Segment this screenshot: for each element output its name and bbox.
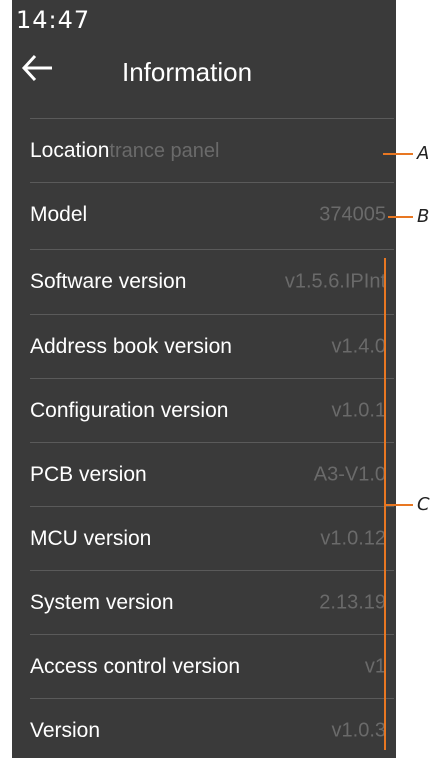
- status-time: 14:47: [16, 6, 91, 34]
- info-row-label: System version: [30, 590, 174, 614]
- info-row-version[interactable]: Software version v1.5.6.IPInt: [30, 249, 394, 313]
- info-row-label: Access control version: [30, 654, 241, 678]
- callout-b-line: [388, 216, 413, 218]
- info-row-version[interactable]: PCB version A3-V1.0: [30, 442, 394, 506]
- info-row-model[interactable]: Model 374005: [30, 182, 394, 246]
- info-row-label: Version: [30, 718, 101, 742]
- info-row-value: v1.0.12: [320, 527, 386, 549]
- info-row-label: Address book version: [30, 334, 232, 358]
- info-row-value: v1.4.0: [331, 335, 386, 357]
- callout-a-line: [383, 153, 413, 155]
- callout-c-label: C: [417, 494, 430, 515]
- callout-a-label: A: [417, 143, 430, 164]
- back-button[interactable]: [20, 52, 56, 84]
- info-row-label: PCB version: [30, 462, 147, 486]
- callout-b-label: B: [417, 206, 430, 227]
- info-row-location[interactable]: Locationtrance panel: [30, 118, 394, 182]
- info-row-version[interactable]: Access control version v1: [30, 634, 394, 698]
- info-row-value: 2.13.19: [319, 591, 386, 613]
- info-row-value: v1.0.1: [331, 399, 386, 421]
- info-row-version[interactable]: MCU version v1.0.12: [30, 506, 394, 570]
- device-screen: 14:47 Information Locationtrance panel M…: [12, 0, 396, 758]
- info-row-value: v1.5.6.IPInt: [284, 270, 386, 292]
- info-row-label: Configuration version: [30, 398, 229, 422]
- info-row-label: MCU version: [30, 526, 152, 550]
- info-row-value: A3-V1.0: [313, 463, 386, 485]
- arrow-left-icon: [21, 54, 52, 82]
- page-title: Information: [122, 57, 253, 87]
- model-label: Model: [30, 202, 88, 226]
- info-row-value: v1: [364, 655, 386, 677]
- callout-c-line: [386, 504, 413, 506]
- info-row-label: Software version: [30, 269, 187, 293]
- location-value: trance panel: [109, 139, 220, 162]
- info-row-value: v1.0.3: [331, 719, 386, 741]
- info-row-version[interactable]: Version v1.0.3: [30, 698, 394, 758]
- info-row-version[interactable]: Address book version v1.4.0: [30, 314, 394, 378]
- info-row-version[interactable]: Configuration version v1.0.1: [30, 378, 394, 442]
- info-row-version[interactable]: System version 2.13.19: [30, 570, 394, 634]
- model-value: 374005: [319, 203, 386, 225]
- location-label: Location: [30, 138, 110, 162]
